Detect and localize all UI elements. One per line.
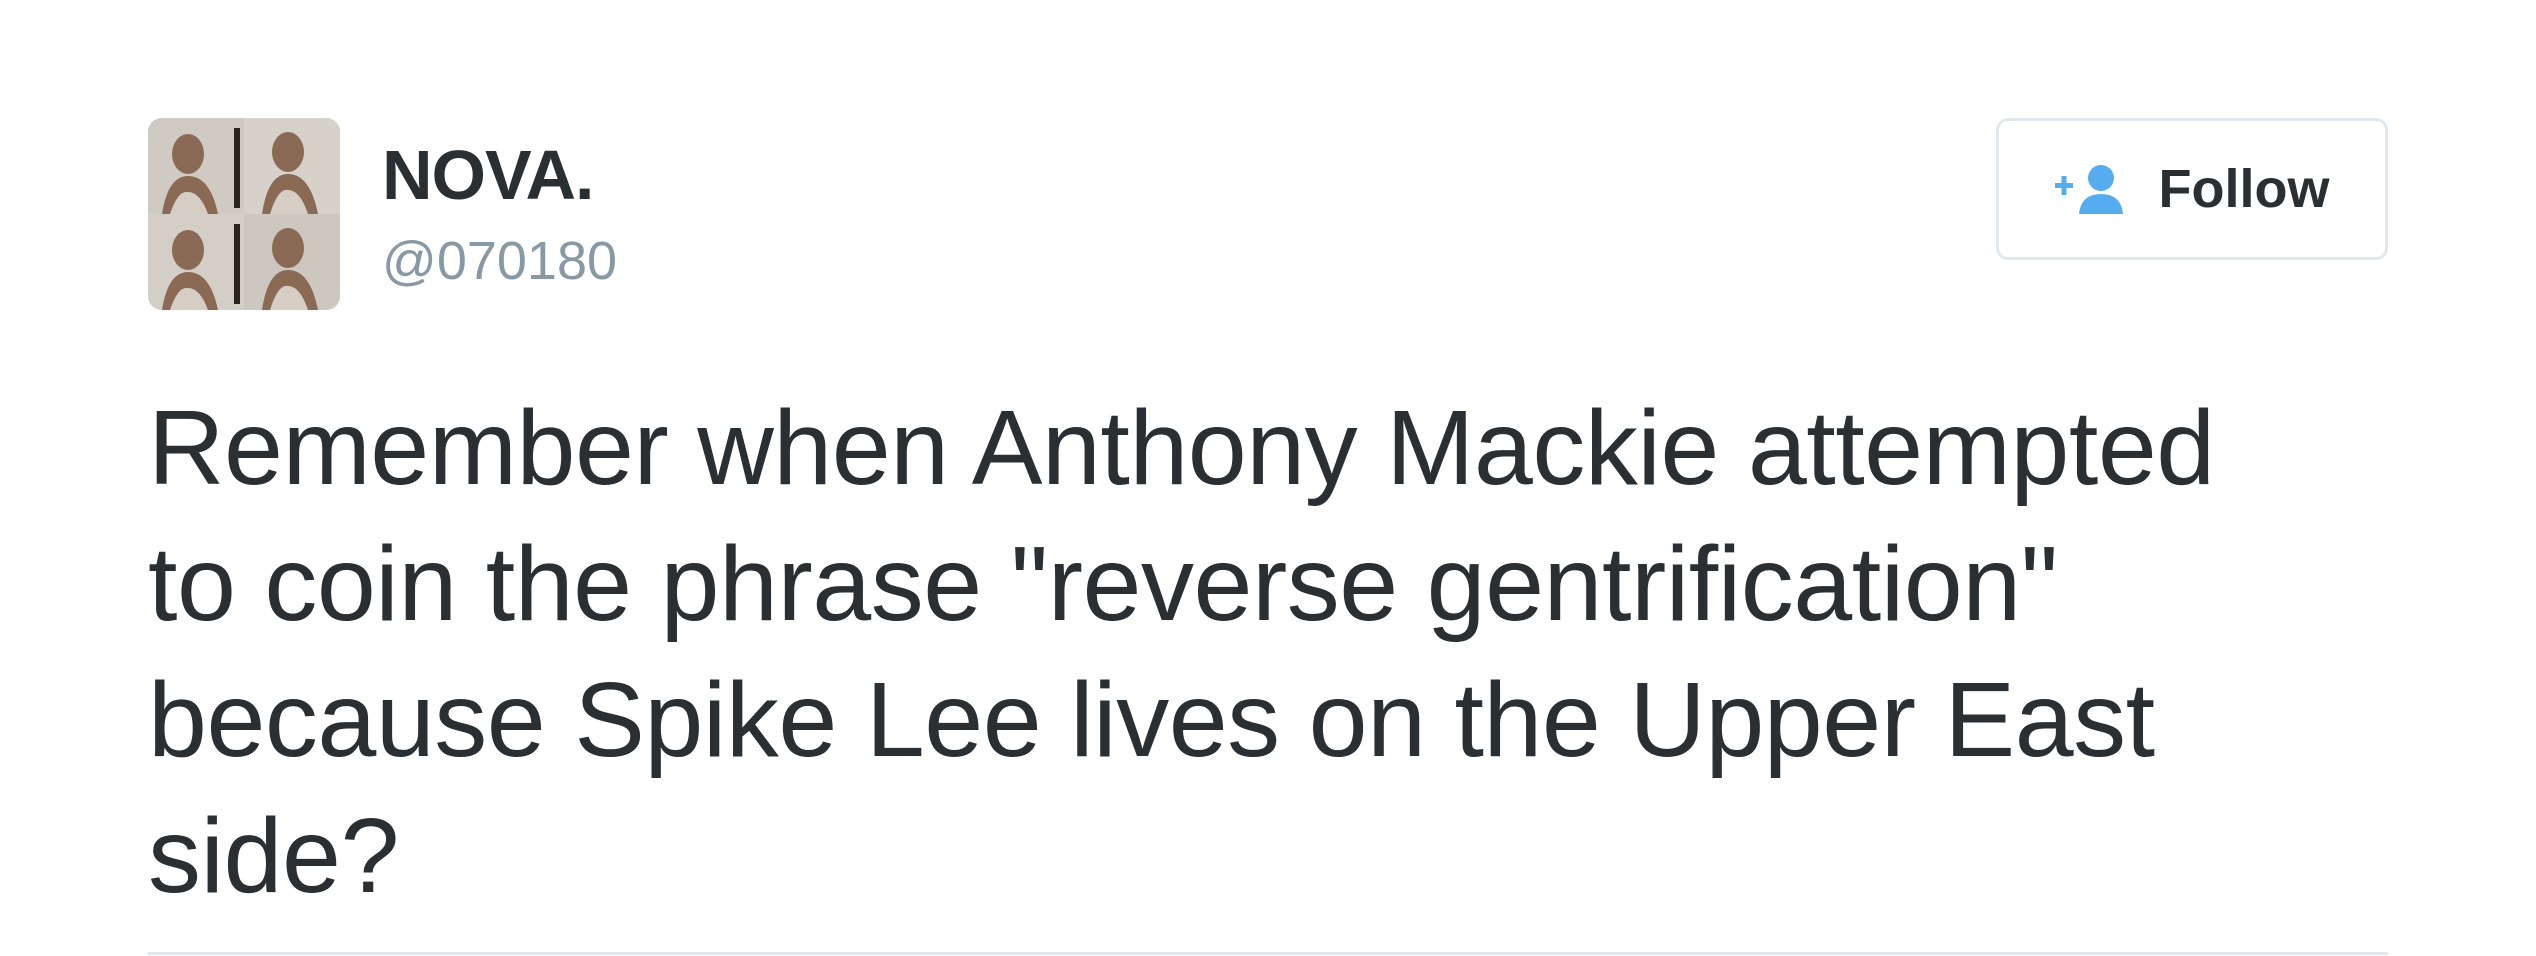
user-display-name[interactable]: NOVA. (382, 140, 594, 210)
user-avatar[interactable] (148, 118, 340, 310)
divider (148, 952, 2388, 955)
follow-button-label: Follow (2158, 159, 2330, 219)
add-user-icon (2054, 164, 2133, 214)
user-handle[interactable]: @070180 (382, 234, 617, 288)
tweet-card: NOVA. @070180 Follow Remember when Antho… (0, 0, 2536, 956)
avatar-photo-grid-icon (148, 118, 340, 310)
tweet-text: Remember when Anthony Mackie attempted t… (148, 389, 2215, 915)
follow-button[interactable]: Follow (1996, 118, 2388, 260)
